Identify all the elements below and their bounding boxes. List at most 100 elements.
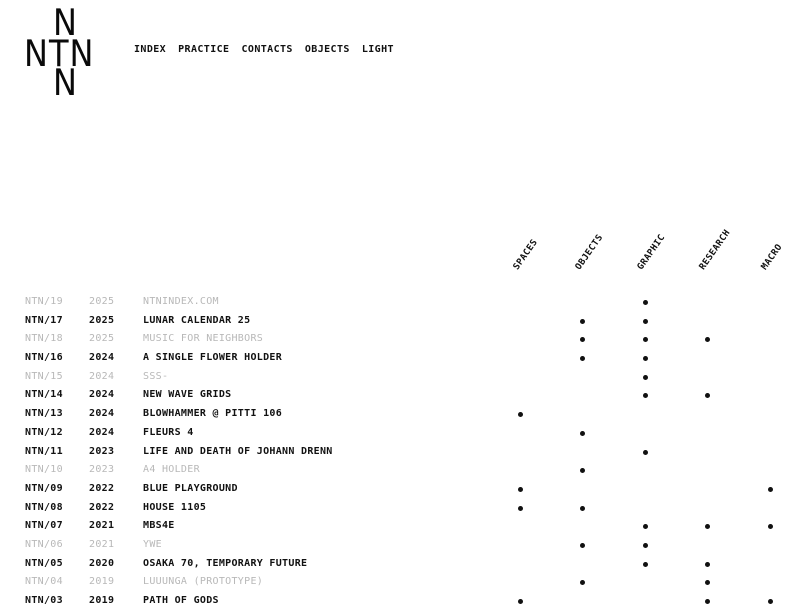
project-row[interactable]: NTN/14 2024 NEW WAVE GRIDS xyxy=(0,386,800,405)
category-dot-graphic xyxy=(643,449,648,455)
project-year: 2023 xyxy=(89,445,115,457)
project-index-list: NTN/19 2025 NTNINDEX.COM NTN/17 2025 LUNAR CA… xyxy=(0,293,800,611)
project-code: NTN/11 xyxy=(25,445,63,457)
project-year: 2025 xyxy=(89,333,115,345)
project-title[interactable]: OSAKA 70, TEMPORARY FUTURE xyxy=(143,555,307,574)
category-dot-research xyxy=(705,580,710,586)
project-row[interactable]: NTN/10 2023 A4 HOLDER xyxy=(0,461,800,480)
project-title[interactable]: BLUE PLAYGROUND xyxy=(143,480,238,499)
project-row[interactable]: NTN/07 2021 MBS4E xyxy=(0,517,800,536)
category-dot-graphic xyxy=(643,356,648,362)
project-title[interactable]: YWE xyxy=(143,536,162,555)
project-title[interactable]: PATH OF GODS xyxy=(143,592,219,611)
project-code: NTN/19 xyxy=(25,296,63,307)
ntn-logo[interactable]: N NTN N xyxy=(24,4,108,105)
project-title[interactable]: LUUUNGA (PROTOTYPE) xyxy=(143,573,263,592)
project-title[interactable]: A4 HOLDER xyxy=(143,461,200,480)
project-code: NTN/14 xyxy=(25,389,63,401)
category-dot-objects xyxy=(580,580,585,586)
project-year: 2020 xyxy=(89,557,115,569)
project-title[interactable]: FLEURS 4 xyxy=(143,424,194,443)
category-dot-research xyxy=(705,561,710,567)
category-dot-objects xyxy=(580,430,585,436)
project-title[interactable]: NEW WAVE GRIDS xyxy=(143,386,232,405)
category-dot-graphic xyxy=(643,374,648,380)
project-year: 2022 xyxy=(89,482,115,494)
project-row[interactable]: NTN/05 2020 OSAKA 70, TEMPORARY FUTURE xyxy=(0,555,800,574)
logo-letter-bottom: N xyxy=(53,60,78,105)
nav-item-contacts[interactable]: CONTACTS xyxy=(241,44,292,55)
column-header-research[interactable]: RESEARCH xyxy=(698,228,733,272)
project-title[interactable]: A SINGLE FLOWER HOLDER xyxy=(143,349,282,368)
column-header-spaces[interactable]: SPACES xyxy=(512,238,540,272)
project-row[interactable]: NTN/09 2022 BLUE PLAYGROUND xyxy=(0,480,800,499)
project-code: NTN/04 xyxy=(25,576,63,588)
project-row[interactable]: NTN/11 2023 LIFE AND DEATH OF JOHANN DRENN xyxy=(0,443,800,462)
category-dot-research xyxy=(705,393,710,399)
category-dot-research xyxy=(705,524,710,530)
nav-item-index[interactable]: INDEX xyxy=(134,44,166,55)
project-year: 2021 xyxy=(89,520,115,532)
project-code: NTN/09 xyxy=(25,482,63,494)
project-row[interactable]: NTN/17 2025 LUNAR CALENDAR 25 xyxy=(0,312,800,331)
category-dot-objects xyxy=(580,318,585,324)
project-row[interactable]: NTN/03 2019 PATH OF GODS xyxy=(0,592,800,611)
category-dot-research xyxy=(705,337,710,343)
project-title[interactable]: SSS- xyxy=(143,368,168,387)
project-row[interactable]: NTN/15 2024 SSS- xyxy=(0,368,800,387)
project-row[interactable]: NTN/04 2019 LUUUNGA (PROTOTYPE) xyxy=(0,573,800,592)
project-code: NTN/15 xyxy=(25,370,63,382)
category-dot-spaces xyxy=(518,486,523,492)
project-year: 2019 xyxy=(89,576,115,588)
project-year: 2022 xyxy=(89,501,115,513)
project-year: 2019 xyxy=(89,595,115,606)
project-row[interactable]: NTN/19 2025 NTNINDEX.COM xyxy=(0,293,800,312)
category-dot-macro xyxy=(768,486,773,492)
column-header-graphic[interactable]: GRAPHIC xyxy=(636,233,668,272)
main-nav: INDEX PRACTICE CONTACTS OBJECTS LIGHT xyxy=(134,44,394,55)
project-title[interactable]: MUSIC FOR NEIGHBORS xyxy=(143,330,263,349)
project-year: 2025 xyxy=(89,296,115,307)
category-dot-objects xyxy=(580,356,585,362)
category-dot-spaces xyxy=(518,505,523,511)
project-code: NTN/03 xyxy=(25,595,63,606)
project-year: 2024 xyxy=(89,352,115,364)
category-dot-objects xyxy=(580,505,585,511)
project-row[interactable]: NTN/13 2024 BLOWHAMMER @ PITTI 106 xyxy=(0,405,800,424)
project-title[interactable]: HOUSE 1105 xyxy=(143,499,206,518)
project-title[interactable]: LUNAR CALENDAR 25 xyxy=(143,312,250,331)
category-dot-spaces xyxy=(518,412,523,418)
project-code: NTN/17 xyxy=(25,314,63,326)
project-row[interactable]: NTN/08 2022 HOUSE 1105 xyxy=(0,499,800,518)
category-dot-graphic xyxy=(643,337,648,343)
category-dot-objects xyxy=(580,337,585,343)
category-dot-macro xyxy=(768,524,773,530)
project-row[interactable]: NTN/18 2025 MUSIC FOR NEIGHBORS xyxy=(0,330,800,349)
project-year: 2025 xyxy=(89,314,115,326)
project-title[interactable]: MBS4E xyxy=(143,517,175,536)
category-dot-objects xyxy=(580,542,585,548)
project-year: 2023 xyxy=(89,464,115,476)
project-year: 2024 xyxy=(89,389,115,401)
project-row[interactable]: NTN/16 2024 A SINGLE FLOWER HOLDER xyxy=(0,349,800,368)
category-dot-graphic xyxy=(643,393,648,399)
project-title[interactable]: LIFE AND DEATH OF JOHANN DRENN xyxy=(143,443,333,462)
project-row[interactable]: NTN/06 2021 YWE xyxy=(0,536,800,555)
project-code: NTN/08 xyxy=(25,501,63,513)
project-title[interactable]: BLOWHAMMER @ PITTI 106 xyxy=(143,405,282,424)
project-year: 2024 xyxy=(89,408,115,420)
project-code: NTN/18 xyxy=(25,333,63,345)
category-dot-graphic xyxy=(643,561,648,567)
category-dot-graphic xyxy=(643,542,648,548)
column-header-objects[interactable]: OBJECTS xyxy=(574,233,606,272)
nav-item-objects[interactable]: OBJECTS xyxy=(305,44,350,55)
nav-item-practice[interactable]: PRACTICE xyxy=(178,44,229,55)
project-code: NTN/05 xyxy=(25,557,63,569)
column-header-macro[interactable]: MACRO xyxy=(760,242,785,272)
project-code: NTN/16 xyxy=(25,352,63,364)
nav-item-light[interactable]: LIGHT xyxy=(362,44,394,55)
project-title[interactable]: NTNINDEX.COM xyxy=(143,293,219,312)
category-dot-graphic xyxy=(643,318,648,324)
project-row[interactable]: NTN/12 2024 FLEURS 4 xyxy=(0,424,800,443)
project-code: NTN/07 xyxy=(25,520,63,532)
